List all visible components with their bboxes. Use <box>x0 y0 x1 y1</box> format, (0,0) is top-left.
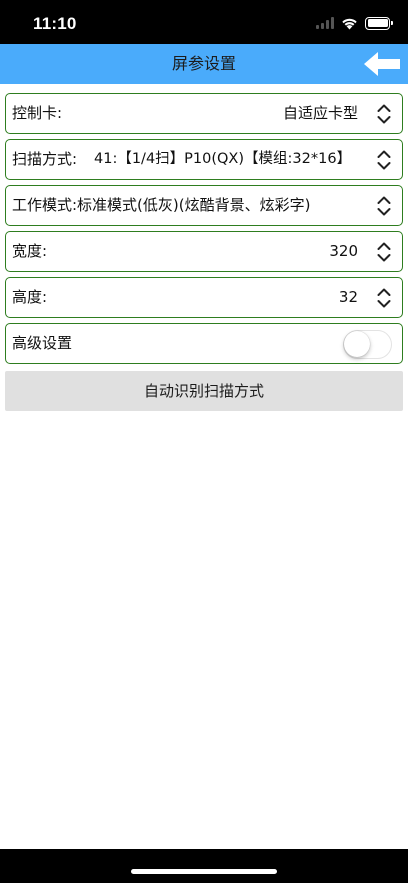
chevron-up-down-icon <box>377 288 391 308</box>
advanced-settings-row: 高级设置 <box>5 323 403 364</box>
settings-content: 控制卡: 自适应卡型 扫描方式: 41:【1/4扫】P10(QX)【模组:32*… <box>0 84 408 849</box>
battery-icon <box>365 16 393 30</box>
work-mode-picker[interactable]: 工作模式:标准模式(低灰)(炫酷背景、炫彩字) <box>5 185 403 226</box>
control-card-value: 自适应卡型 <box>282 104 358 122</box>
page-title: 屏参设置 <box>171 54 236 73</box>
width-label: 宽度: <box>12 242 48 260</box>
chevron-up-down-icon <box>377 242 391 262</box>
scan-mode-value: 41:【1/4扫】P10(QX)【模组:32*16】 <box>94 151 352 167</box>
work-mode-label: 工作模式:标准模式(低灰)(炫酷背景、炫彩字) <box>12 196 311 214</box>
height-label: 高度: <box>12 288 48 306</box>
status-icons <box>316 14 393 32</box>
back-button[interactable] <box>362 49 402 79</box>
nav-bar: 屏参设置 <box>0 44 408 84</box>
height-value: 32 <box>338 288 358 306</box>
arrow-left-icon <box>364 52 400 76</box>
chevron-up-down-icon <box>377 150 391 170</box>
control-card-label: 控制卡: <box>12 104 63 122</box>
advanced-settings-toggle[interactable] <box>343 330 392 359</box>
home-indicator-bar <box>0 849 408 883</box>
wifi-icon <box>342 18 357 29</box>
auto-detect-scan-button[interactable]: 自动识别扫描方式 <box>5 371 403 411</box>
cellular-signal-icon <box>316 17 334 29</box>
status-bar: 11:10 <box>0 0 408 44</box>
chevron-up-down-icon <box>377 196 391 216</box>
home-indicator[interactable] <box>131 869 277 874</box>
scan-mode-label: 扫描方式: <box>12 150 78 168</box>
status-time: 11:10 <box>33 14 77 33</box>
height-picker[interactable]: 高度: 32 <box>5 277 403 318</box>
app-screen: 11:10 屏参设置 控制卡: 自适应卡型 扫描方式: 41:【1/4扫】P10… <box>0 0 408 883</box>
advanced-settings-label: 高级设置 <box>12 334 73 352</box>
chevron-up-down-icon <box>377 104 391 124</box>
width-value: 320 <box>329 242 358 260</box>
toggle-knob <box>344 331 370 357</box>
scan-mode-picker[interactable]: 扫描方式: 41:【1/4扫】P10(QX)【模组:32*16】 <box>5 139 403 180</box>
width-picker[interactable]: 宽度: 320 <box>5 231 403 272</box>
control-card-picker[interactable]: 控制卡: 自适应卡型 <box>5 93 403 134</box>
